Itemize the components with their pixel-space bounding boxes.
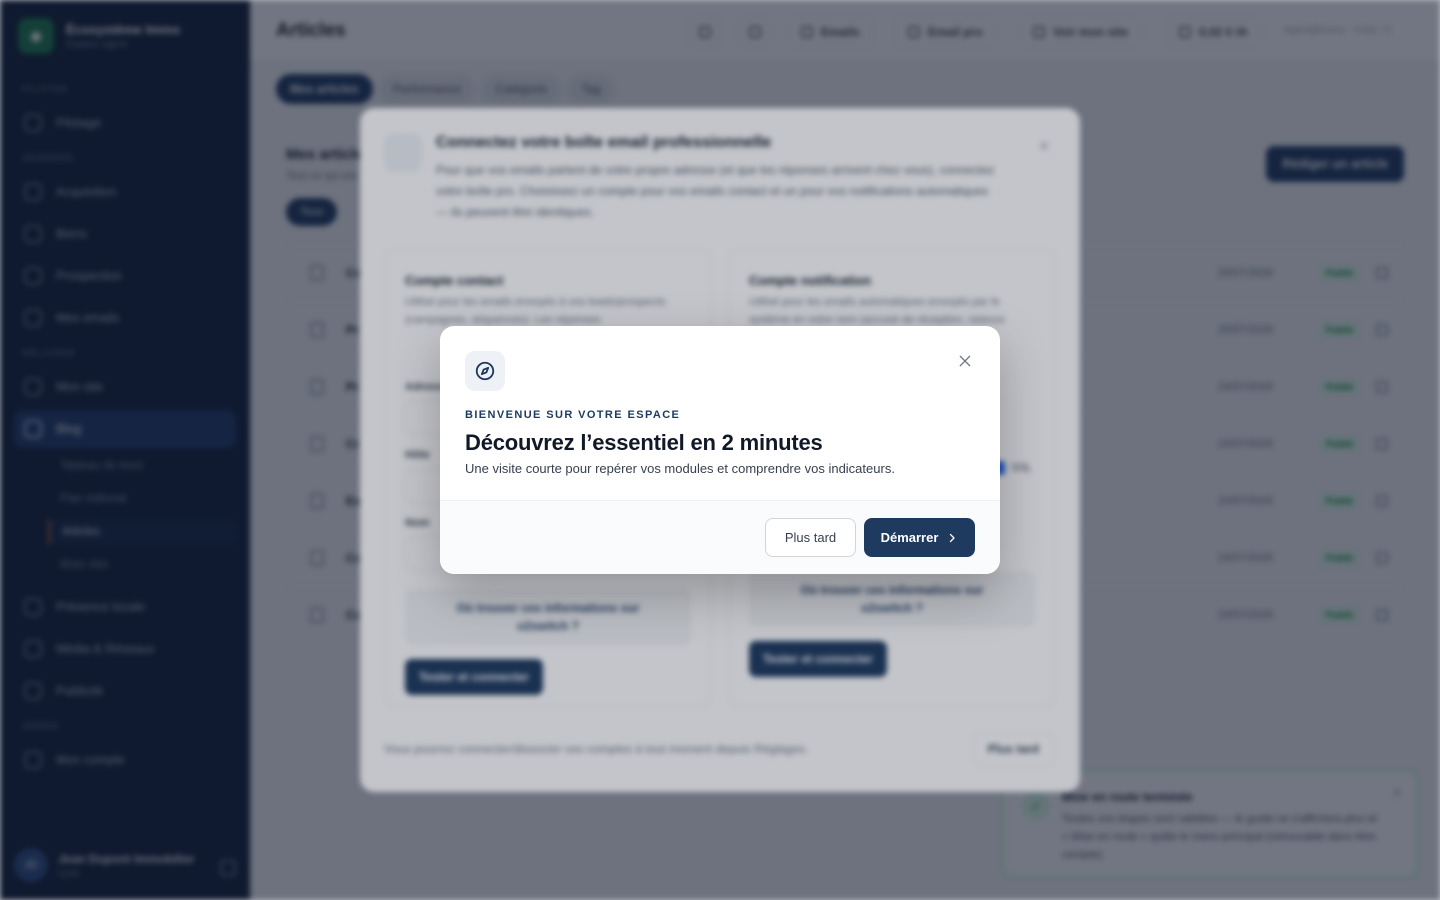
welcome-tour-dialog: BIENVENUE SUR VOTRE ESPACE Découvrez l’e… bbox=[440, 326, 1000, 574]
close-button[interactable] bbox=[952, 348, 978, 374]
chevron-right-icon bbox=[950, 533, 956, 542]
later-button[interactable]: Plus tard bbox=[765, 518, 856, 557]
start-tour-button[interactable]: Démarrer bbox=[864, 518, 975, 557]
tour-eyebrow: BIENVENUE SUR VOTRE ESPACE bbox=[465, 409, 681, 421]
later-button-label: Plus tard bbox=[784, 530, 837, 545]
start-button-label: Démarrer bbox=[880, 530, 939, 545]
close-icon bbox=[959, 355, 971, 367]
tour-title: Découvrez l’essentiel en 2 minutes bbox=[465, 430, 823, 455]
tour-description: Une visite courte pour repérer vos modul… bbox=[465, 461, 895, 476]
compass-icon bbox=[465, 351, 505, 391]
tour-footer: Plus tard Démarrer bbox=[440, 500, 1000, 574]
